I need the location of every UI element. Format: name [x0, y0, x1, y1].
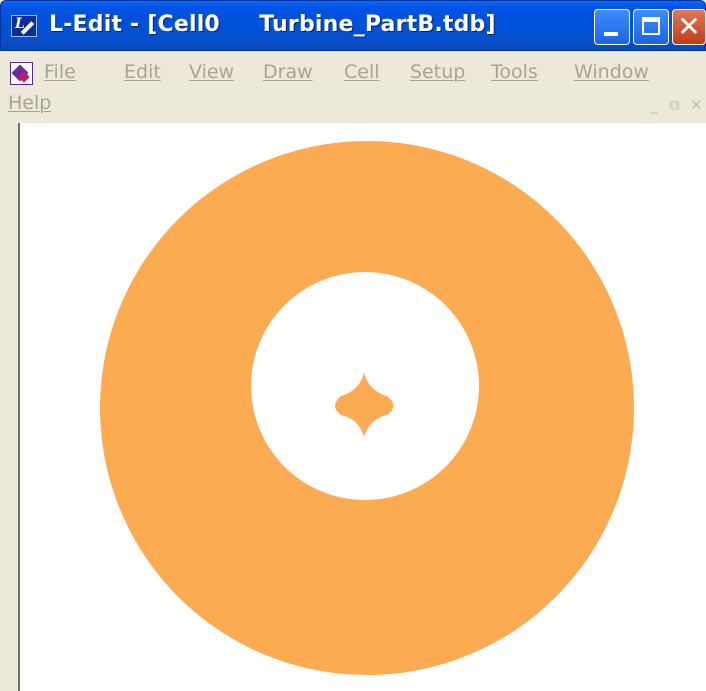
menu-setup[interactable]: Setup	[410, 60, 465, 84]
layout-canvas[interactable]	[18, 123, 706, 691]
mdi-minimize-icon[interactable]: _	[650, 97, 658, 113]
menu-window[interactable]: Window	[574, 60, 649, 84]
menu-tools[interactable]: Tools	[491, 60, 538, 84]
maximize-button[interactable]	[633, 9, 669, 45]
title-bar[interactable]: L L-Edit - [Cell0 Turbine_PartB.tdb] ✕	[0, 0, 706, 51]
mdi-close-icon[interactable]: ✕	[690, 97, 703, 113]
menu-file[interactable]: File	[44, 60, 76, 84]
menu-cell[interactable]: Cell	[344, 60, 380, 84]
window-left-frame	[0, 123, 18, 691]
menu-help[interactable]: Help	[8, 91, 51, 115]
menu-bar: File Edit View Draw Cell Setup Tools Win…	[0, 51, 706, 123]
menu-draw[interactable]: Draw	[263, 60, 313, 84]
l-edit-app-icon[interactable]: L	[11, 15, 37, 37]
close-icon: ✕	[677, 10, 701, 43]
layout-document-icon[interactable]	[10, 62, 33, 85]
turbine-center-star-shape[interactable]	[335, 373, 394, 437]
window-title: L-Edit - [Cell0 Turbine_PartB.tdb]	[49, 12, 496, 37]
maximize-icon	[642, 17, 660, 35]
menu-row-2: Help _ ⧉ ✕	[0, 88, 706, 118]
minimize-icon	[604, 32, 618, 36]
mdi-restore-icon[interactable]: ⧉	[669, 97, 680, 113]
menu-edit[interactable]: Edit	[124, 60, 161, 84]
close-button[interactable]: ✕	[672, 9, 706, 45]
layout-drawing[interactable]	[20, 123, 706, 691]
minimize-button[interactable]	[594, 9, 630, 45]
menu-view[interactable]: View	[189, 60, 234, 84]
menu-row-1: File Edit View Draw Cell Setup Tools Win…	[0, 57, 706, 87]
